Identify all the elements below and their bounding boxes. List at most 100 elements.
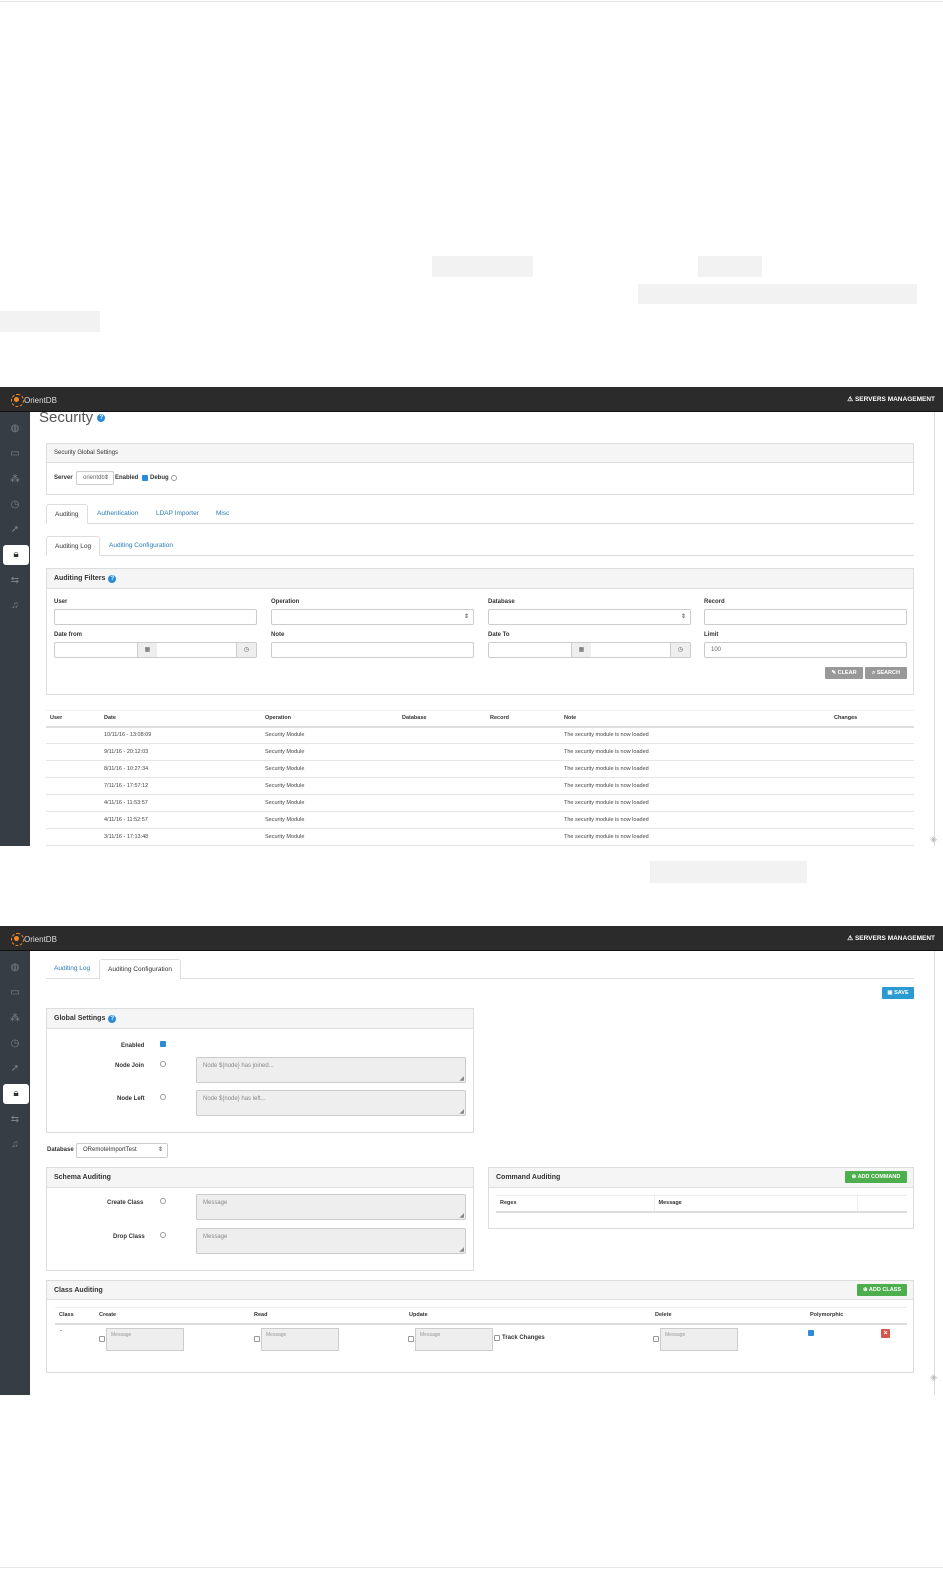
class-name-cell[interactable]: -	[60, 1328, 62, 1334]
orientdb-logo[interactable]: OrientDB	[10, 930, 57, 948]
help-icon[interactable]: ?	[108, 1014, 117, 1023]
help-icon[interactable]: ?	[108, 574, 117, 583]
dashboard-icon[interactable]: ◍	[6, 960, 24, 976]
column-header-actions	[857, 1195, 907, 1213]
expand-handle-icon[interactable]: ◈	[930, 834, 937, 845]
limit-input[interactable]: 100	[704, 642, 907, 658]
clear-button[interactable]: ✎ CLEAR	[825, 667, 863, 679]
orientdb-logo-icon	[10, 931, 24, 947]
tab-misc[interactable]: Misc	[208, 504, 237, 524]
drop-class-checkbox[interactable]	[160, 1232, 166, 1238]
column-header-note[interactable]: Note	[560, 710, 830, 728]
rocket-icon[interactable]: ➚	[6, 1061, 24, 1077]
clock-icon[interactable]: ◷	[6, 1036, 24, 1052]
clock-icon[interactable]: ◷	[6, 497, 24, 513]
servers-management-link[interactable]: ⚠ SERVERS MANAGEMENT	[847, 395, 935, 403]
date-to-field[interactable]: ▦ ◷	[488, 642, 691, 658]
date-from-field[interactable]: ▦ ◷	[54, 642, 257, 658]
save-button-label: SAVE	[894, 990, 909, 996]
cluster-icon[interactable]: ⁂	[6, 1011, 24, 1027]
lock-icon[interactable]: 🔒︎	[3, 1084, 29, 1104]
column-header-polymorphic[interactable]: Polymorphic	[806, 1307, 876, 1325]
polymorphic-checkbox[interactable]	[808, 1330, 814, 1336]
clock-icon[interactable]: ◷	[236, 643, 256, 657]
add-command-button[interactable]: ⊕ ADD COMMAND	[845, 1171, 907, 1183]
node-left-message[interactable]: Node ${node} has left... ◢	[196, 1090, 466, 1116]
tab-auditing-log[interactable]: Auditing Log	[46, 536, 101, 556]
cluster-icon[interactable]: ⁂	[6, 472, 24, 488]
monitor-icon[interactable]: ▭	[6, 985, 24, 1001]
bell-icon[interactable]: ♫	[6, 598, 24, 614]
text-placeholder-block	[432, 256, 533, 277]
column-header-class[interactable]: Class	[55, 1307, 95, 1325]
calendar-icon[interactable]: ▦	[571, 643, 591, 657]
usb-icon[interactable]: ⇆	[6, 573, 24, 589]
node-join-checkbox[interactable]	[160, 1061, 166, 1067]
node-left-checkbox[interactable]	[160, 1094, 166, 1100]
usb-icon[interactable]: ⇆	[6, 1112, 24, 1128]
node-join-message[interactable]: Node ${node} has joined... ◢	[196, 1057, 466, 1083]
tab-authentication[interactable]: Authentication	[89, 504, 146, 524]
create-message[interactable]: Message	[106, 1328, 184, 1351]
tab-auditing-configuration[interactable]: Auditing Configuration	[99, 959, 181, 979]
column-header-delete[interactable]: Delete	[651, 1307, 806, 1325]
column-header-regex[interactable]: Regex	[496, 1195, 655, 1213]
resize-grip-icon[interactable]: ◢	[459, 1075, 464, 1082]
rocket-icon[interactable]: ➚	[6, 522, 24, 538]
add-class-button[interactable]: ⊕ ADD CLASS	[857, 1284, 907, 1296]
database-select[interactable]: ORemoteImportTest ⇕	[76, 1143, 168, 1158]
enabled-checkbox[interactable]	[160, 1041, 166, 1047]
update-message[interactable]: Message	[415, 1328, 493, 1351]
drop-class-message[interactable]: Message ◢	[196, 1228, 466, 1254]
enabled-checkbox[interactable]	[142, 475, 148, 481]
read-checkbox[interactable]	[254, 1336, 260, 1342]
dashboard-icon[interactable]: ◍	[6, 421, 24, 437]
column-header-operation[interactable]: Operation	[261, 710, 398, 728]
column-header-database[interactable]: Database	[398, 710, 486, 728]
bell-icon[interactable]: ♫	[6, 1137, 24, 1153]
lock-icon[interactable]: 🔒︎	[3, 545, 29, 565]
read-message[interactable]: Message	[261, 1328, 339, 1351]
column-header-changes[interactable]: Changes	[830, 710, 914, 728]
update-checkbox[interactable]	[408, 1336, 414, 1342]
expand-handle-icon[interactable]: ◈	[930, 1372, 937, 1383]
tab-ldap-importer[interactable]: LDAP Importer	[148, 504, 207, 524]
track-changes-checkbox[interactable]	[494, 1335, 500, 1341]
changes-cell	[830, 726, 914, 744]
tab-auditing[interactable]: Auditing	[46, 504, 88, 524]
delete-checkbox[interactable]	[653, 1336, 659, 1342]
tab-auditing-configuration[interactable]: Auditing Configuration	[101, 536, 181, 556]
resize-grip-icon[interactable]: ◢	[459, 1108, 464, 1115]
search-button[interactable]: ⌕ SEARCH	[865, 667, 907, 679]
create-class-message[interactable]: Message ◢	[196, 1194, 466, 1220]
close-icon: ×	[883, 1330, 888, 1337]
column-header-record[interactable]: Record	[486, 710, 560, 728]
delete-message[interactable]: Message	[660, 1328, 738, 1351]
note-filter-input[interactable]	[271, 642, 474, 658]
monitor-icon[interactable]: ▭	[6, 446, 24, 462]
resize-grip-icon[interactable]: ◢	[459, 1212, 464, 1219]
resize-grip-icon[interactable]: ◢	[459, 1246, 464, 1253]
database-filter-select[interactable]: ⇕	[488, 609, 691, 625]
save-button[interactable]: ▣ SAVE	[882, 987, 914, 999]
tab-auditing-log[interactable]: Auditing Log	[46, 959, 98, 979]
column-header-create[interactable]: Create	[95, 1307, 250, 1325]
record-filter-input[interactable]	[704, 609, 907, 625]
remove-class-button[interactable]: ×	[881, 1329, 890, 1338]
calendar-icon[interactable]: ▦	[137, 643, 157, 657]
create-class-checkbox[interactable]	[160, 1198, 166, 1204]
server-select[interactable]: orientdb ⇕	[76, 471, 114, 485]
debug-checkbox[interactable]	[171, 475, 177, 481]
orientdb-logo[interactable]: OrientDB	[10, 391, 57, 409]
user-filter-input[interactable]	[54, 609, 257, 625]
column-header-user[interactable]: User	[46, 710, 100, 728]
servers-management-link[interactable]: ⚠ SERVERS MANAGEMENT	[847, 934, 935, 942]
column-header-update[interactable]: Update	[405, 1307, 651, 1325]
column-header-date[interactable]: Date	[100, 710, 261, 728]
create-checkbox[interactable]	[99, 1336, 105, 1342]
column-header-message[interactable]: Message	[654, 1195, 858, 1213]
help-icon[interactable]: ?	[97, 414, 106, 423]
operation-filter-select[interactable]: ⇕	[271, 609, 474, 625]
column-header-read[interactable]: Read	[250, 1307, 405, 1325]
clock-icon[interactable]: ◷	[670, 643, 690, 657]
